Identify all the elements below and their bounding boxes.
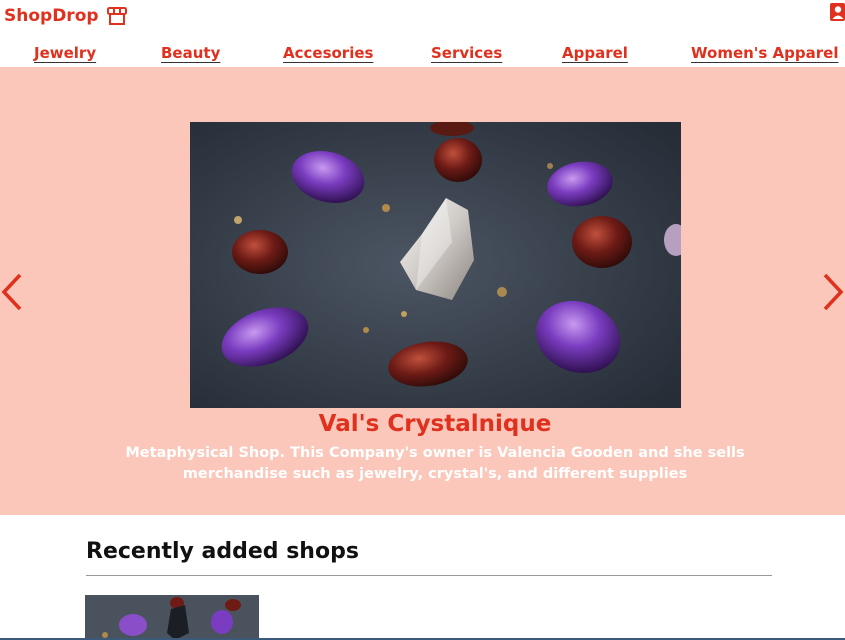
nav-link-accesories[interactable]: Accesories bbox=[283, 44, 373, 62]
nav-link-services[interactable]: Services bbox=[431, 44, 502, 62]
featured-shop-title[interactable]: Val's Crystalnique bbox=[0, 411, 845, 437]
nav-link-apparel[interactable]: Apparel bbox=[562, 44, 628, 62]
nav-link-jewelry[interactable]: Jewelry bbox=[34, 44, 96, 62]
brand-logo-link[interactable]: ShopDrop bbox=[4, 6, 128, 26]
featured-shop-carousel: Val's Crystalnique Metaphysical Shop. Th… bbox=[0, 67, 845, 515]
storefront-icon bbox=[106, 7, 127, 25]
category-nav: Jewelry Beauty Accesories Services Appar… bbox=[0, 44, 845, 66]
user-account-icon[interactable] bbox=[830, 3, 845, 21]
recently-added-heading: Recently added shops bbox=[86, 539, 359, 564]
featured-shop-description: Metaphysical Shop. This Company's owner … bbox=[125, 445, 745, 482]
brand-name: ShopDrop bbox=[4, 6, 99, 26]
chevron-left-icon[interactable] bbox=[0, 272, 24, 312]
crystals-photo[interactable] bbox=[190, 122, 681, 408]
nav-link-womens-apparel[interactable]: Women's Apparel bbox=[691, 44, 838, 62]
chevron-right-icon[interactable] bbox=[821, 272, 845, 312]
nav-link-beauty[interactable]: Beauty bbox=[161, 44, 220, 62]
recent-shop-thumbnail[interactable] bbox=[85, 595, 259, 640]
section-divider bbox=[86, 575, 772, 576]
